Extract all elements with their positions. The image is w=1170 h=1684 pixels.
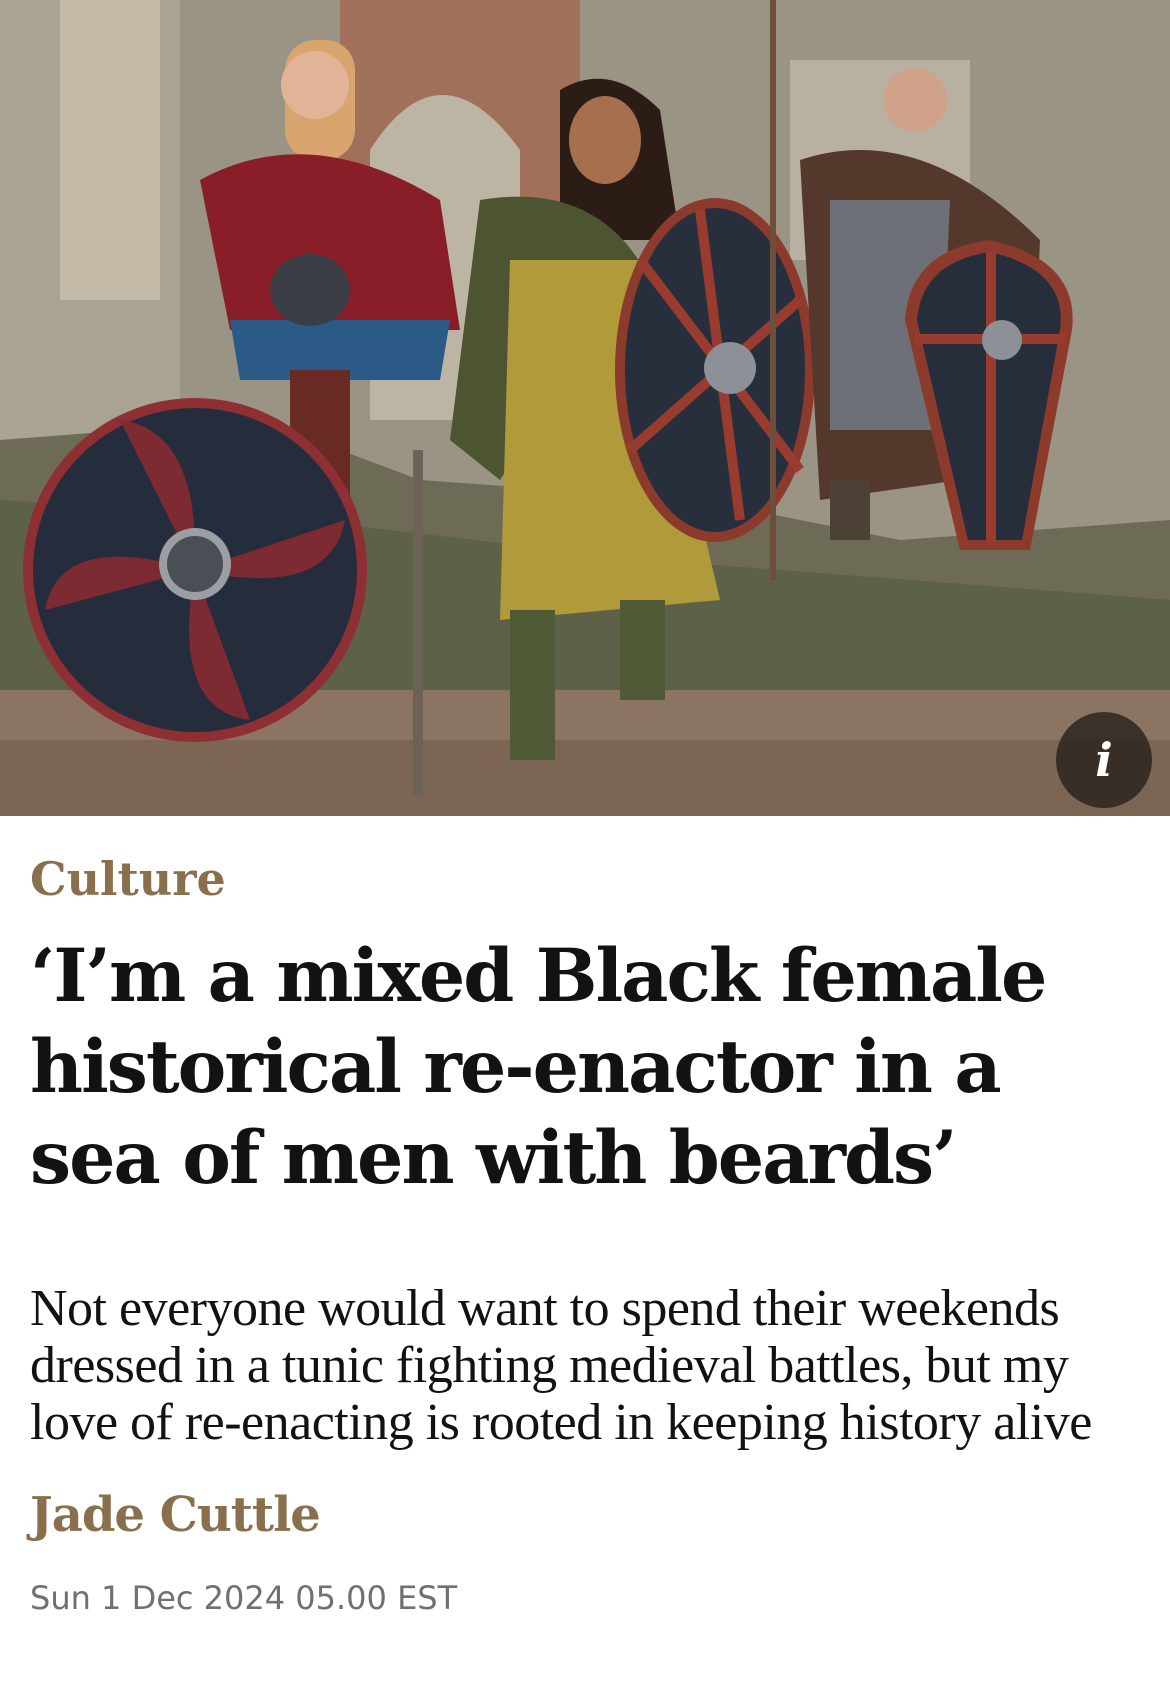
image-info-button[interactable]: i [1056, 712, 1152, 808]
info-icon: i [1095, 733, 1113, 787]
publish-date: Sun 1 Dec 2024 05.00 EST [30, 1579, 458, 1618]
article-header: Culture ‘I’m a mixed Black female histor… [30, 816, 1140, 1617]
hero-image: i [0, 0, 1170, 816]
section-kicker[interactable]: Culture [30, 852, 1140, 907]
article-standfirst: Not everyone would want to spend their w… [30, 1280, 1092, 1452]
hero-photo-illustration [0, 0, 1170, 816]
oval-shield [615, 198, 815, 542]
author-byline[interactable]: Jade Cuttle [30, 1487, 1140, 1543]
round-shield [23, 398, 367, 742]
article-headline: ‘I’m a mixed Black female historical re-… [30, 933, 1048, 1202]
